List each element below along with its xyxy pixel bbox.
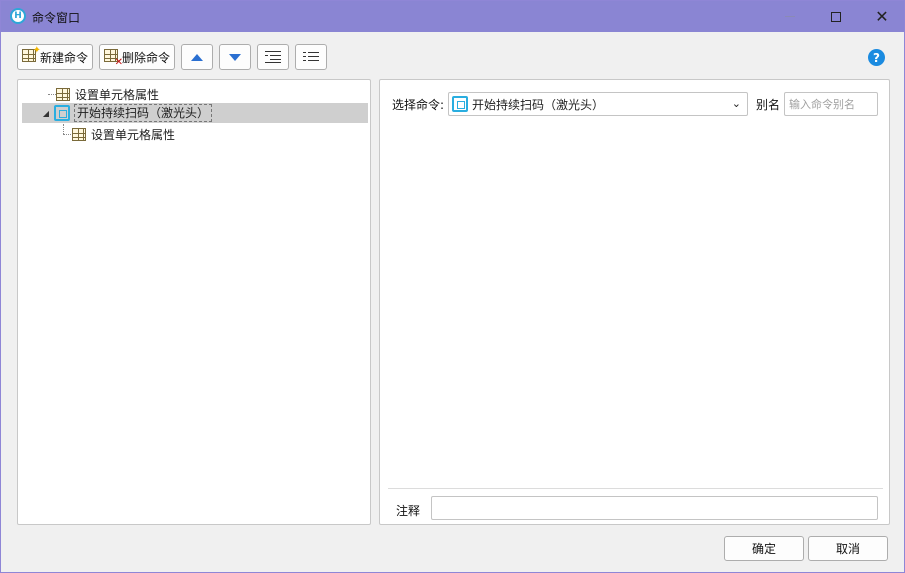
note-input[interactable] [431,496,878,520]
toolbar: ✦ 新建命令 ✕ 删除命令 [17,44,328,70]
outdent-button[interactable] [295,44,328,70]
close-button[interactable]: ✕ [859,1,905,32]
expander-icon[interactable]: ◢ [38,109,54,118]
command-window: H 命令窗口 ✕ ✦ 新建命令 ✕ 删除命令 ? 设置单元格属性 ◢ 开始持续扫… [0,0,905,573]
cancel-button[interactable]: 取消 [808,536,888,561]
ok-button[interactable]: 确定 [724,536,804,561]
tree-item-label: 开始持续扫码（激光头） [74,104,213,122]
indent-icon [265,51,282,63]
new-command-button[interactable]: ✦ 新建命令 [17,44,94,70]
cell-properties-icon [72,127,86,141]
delete-command-button[interactable]: ✕ 删除命令 [99,44,176,70]
minimize-icon [785,16,795,17]
tree-item-label: 设置单元格属性 [91,127,176,142]
move-down-button[interactable] [219,44,252,70]
chevron-down-icon: ⌄ [731,97,741,110]
alias-input[interactable] [784,92,878,116]
minimize-button[interactable] [767,1,813,32]
select-command-label: 选择命令: [392,98,445,112]
arrow-down-icon [229,53,242,61]
indent-button[interactable] [257,44,290,70]
arrow-up-icon [191,53,204,61]
maximize-icon [831,11,841,22]
tree-item-label: 设置单元格属性 [75,87,160,102]
alias-label: 别名 [756,98,781,112]
new-command-icon: ✦ [22,45,41,65]
help-icon[interactable]: ? [868,49,885,66]
tree-item[interactable]: 设置单元格属性 [56,84,159,104]
tree-item[interactable]: 设置单元格属性 [72,124,175,144]
divider [388,488,883,489]
move-up-button[interactable] [181,44,214,70]
command-select[interactable]: 开始持续扫码（激光头） ⌄ [448,92,748,116]
close-icon: ✕ [875,6,889,26]
scan-icon [452,96,468,112]
command-detail-panel: 选择命令: 开始持续扫码（激光头） ⌄ 别名 注释 [379,79,890,525]
app-icon: H [10,8,26,24]
tree-item-selected[interactable]: ◢ 开始持续扫码（激光头） [22,103,368,123]
list-icon [303,51,320,63]
window-title: 命令窗口 [32,11,81,25]
maximize-button[interactable] [813,1,859,32]
delete-command-icon: ✕ [104,49,123,68]
command-tree: 设置单元格属性 ◢ 开始持续扫码（激光头） 设置单元格属性 [17,79,371,525]
cell-properties-icon [56,87,70,101]
delete-command-label: 删除命令 [122,50,171,65]
note-label: 注释 [396,504,421,518]
title-bar[interactable]: H 命令窗口 ✕ [1,1,904,32]
new-command-label: 新建命令 [40,50,89,65]
selected-command-value: 开始持续扫码（激光头） [472,97,605,112]
scan-icon [54,105,70,121]
